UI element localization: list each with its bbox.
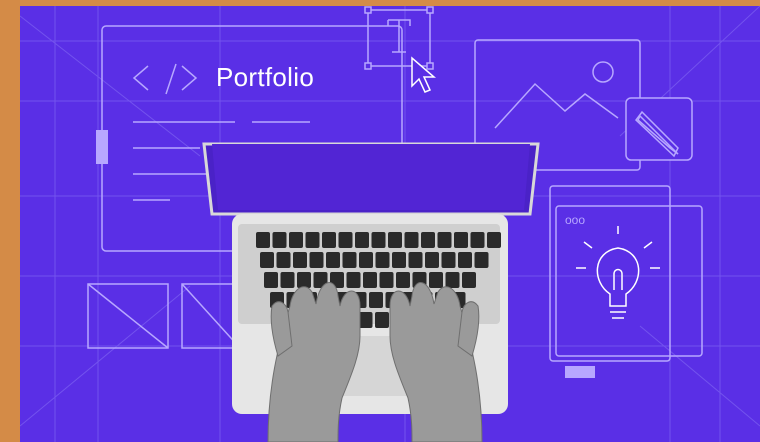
keyboard-key bbox=[264, 272, 278, 288]
keyboard-key bbox=[454, 232, 468, 248]
keyboard-key bbox=[396, 272, 410, 288]
keyboard-key bbox=[462, 272, 476, 288]
keyboard-key bbox=[421, 232, 435, 248]
keyboard-key bbox=[445, 272, 460, 288]
keyboard-key bbox=[375, 312, 389, 328]
keyboard-key bbox=[355, 232, 369, 248]
keyboard-key bbox=[474, 252, 489, 268]
image-card-middle bbox=[181, 283, 241, 349]
keyboard-key bbox=[305, 232, 320, 248]
keyboard-key bbox=[369, 292, 383, 308]
keyboard-key bbox=[470, 232, 485, 248]
keyboard-key bbox=[272, 232, 287, 248]
keyboard-key bbox=[358, 312, 373, 328]
keyboard-key bbox=[375, 252, 390, 268]
keyboard-key bbox=[289, 232, 303, 248]
keyboard-key bbox=[346, 272, 361, 288]
pencil-edit-icon bbox=[625, 97, 693, 161]
keyboard-key bbox=[392, 252, 406, 268]
keyboard-key bbox=[322, 232, 336, 248]
keyboard-key bbox=[256, 232, 270, 248]
keyboard-key bbox=[441, 252, 456, 268]
keyboard-key bbox=[280, 272, 295, 288]
keyboard-key bbox=[338, 232, 353, 248]
keyboard-key bbox=[371, 232, 386, 248]
keyboard-key bbox=[458, 252, 472, 268]
keyboard-key bbox=[379, 272, 394, 288]
browser-dots: ooo bbox=[565, 213, 585, 227]
type-tool-box bbox=[364, 6, 434, 70]
keyboard-key bbox=[359, 252, 373, 268]
scroll-handle bbox=[96, 130, 108, 164]
keyboard-key bbox=[429, 272, 443, 288]
status-bar bbox=[565, 366, 595, 378]
illustration-canvas: ooo bbox=[20, 6, 760, 442]
keyboard-key bbox=[404, 232, 419, 248]
image-card-left bbox=[87, 283, 169, 349]
keyboard-key bbox=[408, 252, 423, 268]
keyboard-key bbox=[425, 252, 439, 268]
keyboard-key bbox=[363, 272, 377, 288]
keyboard-key bbox=[276, 252, 291, 268]
portfolio-title: Portfolio bbox=[216, 62, 315, 92]
keyboard-key bbox=[487, 232, 501, 248]
keyboard-key bbox=[326, 252, 340, 268]
portfolio-illustration: ooo Portfolio bbox=[20, 6, 760, 442]
keyboard-key bbox=[342, 252, 357, 268]
keyboard-key bbox=[260, 252, 274, 268]
keyboard-key bbox=[309, 252, 324, 268]
keyboard-key bbox=[437, 232, 452, 248]
keyboard-key bbox=[388, 232, 402, 248]
lightbulb-icon bbox=[576, 226, 660, 319]
keyboard-key bbox=[297, 272, 311, 288]
keyboard-key bbox=[293, 252, 307, 268]
